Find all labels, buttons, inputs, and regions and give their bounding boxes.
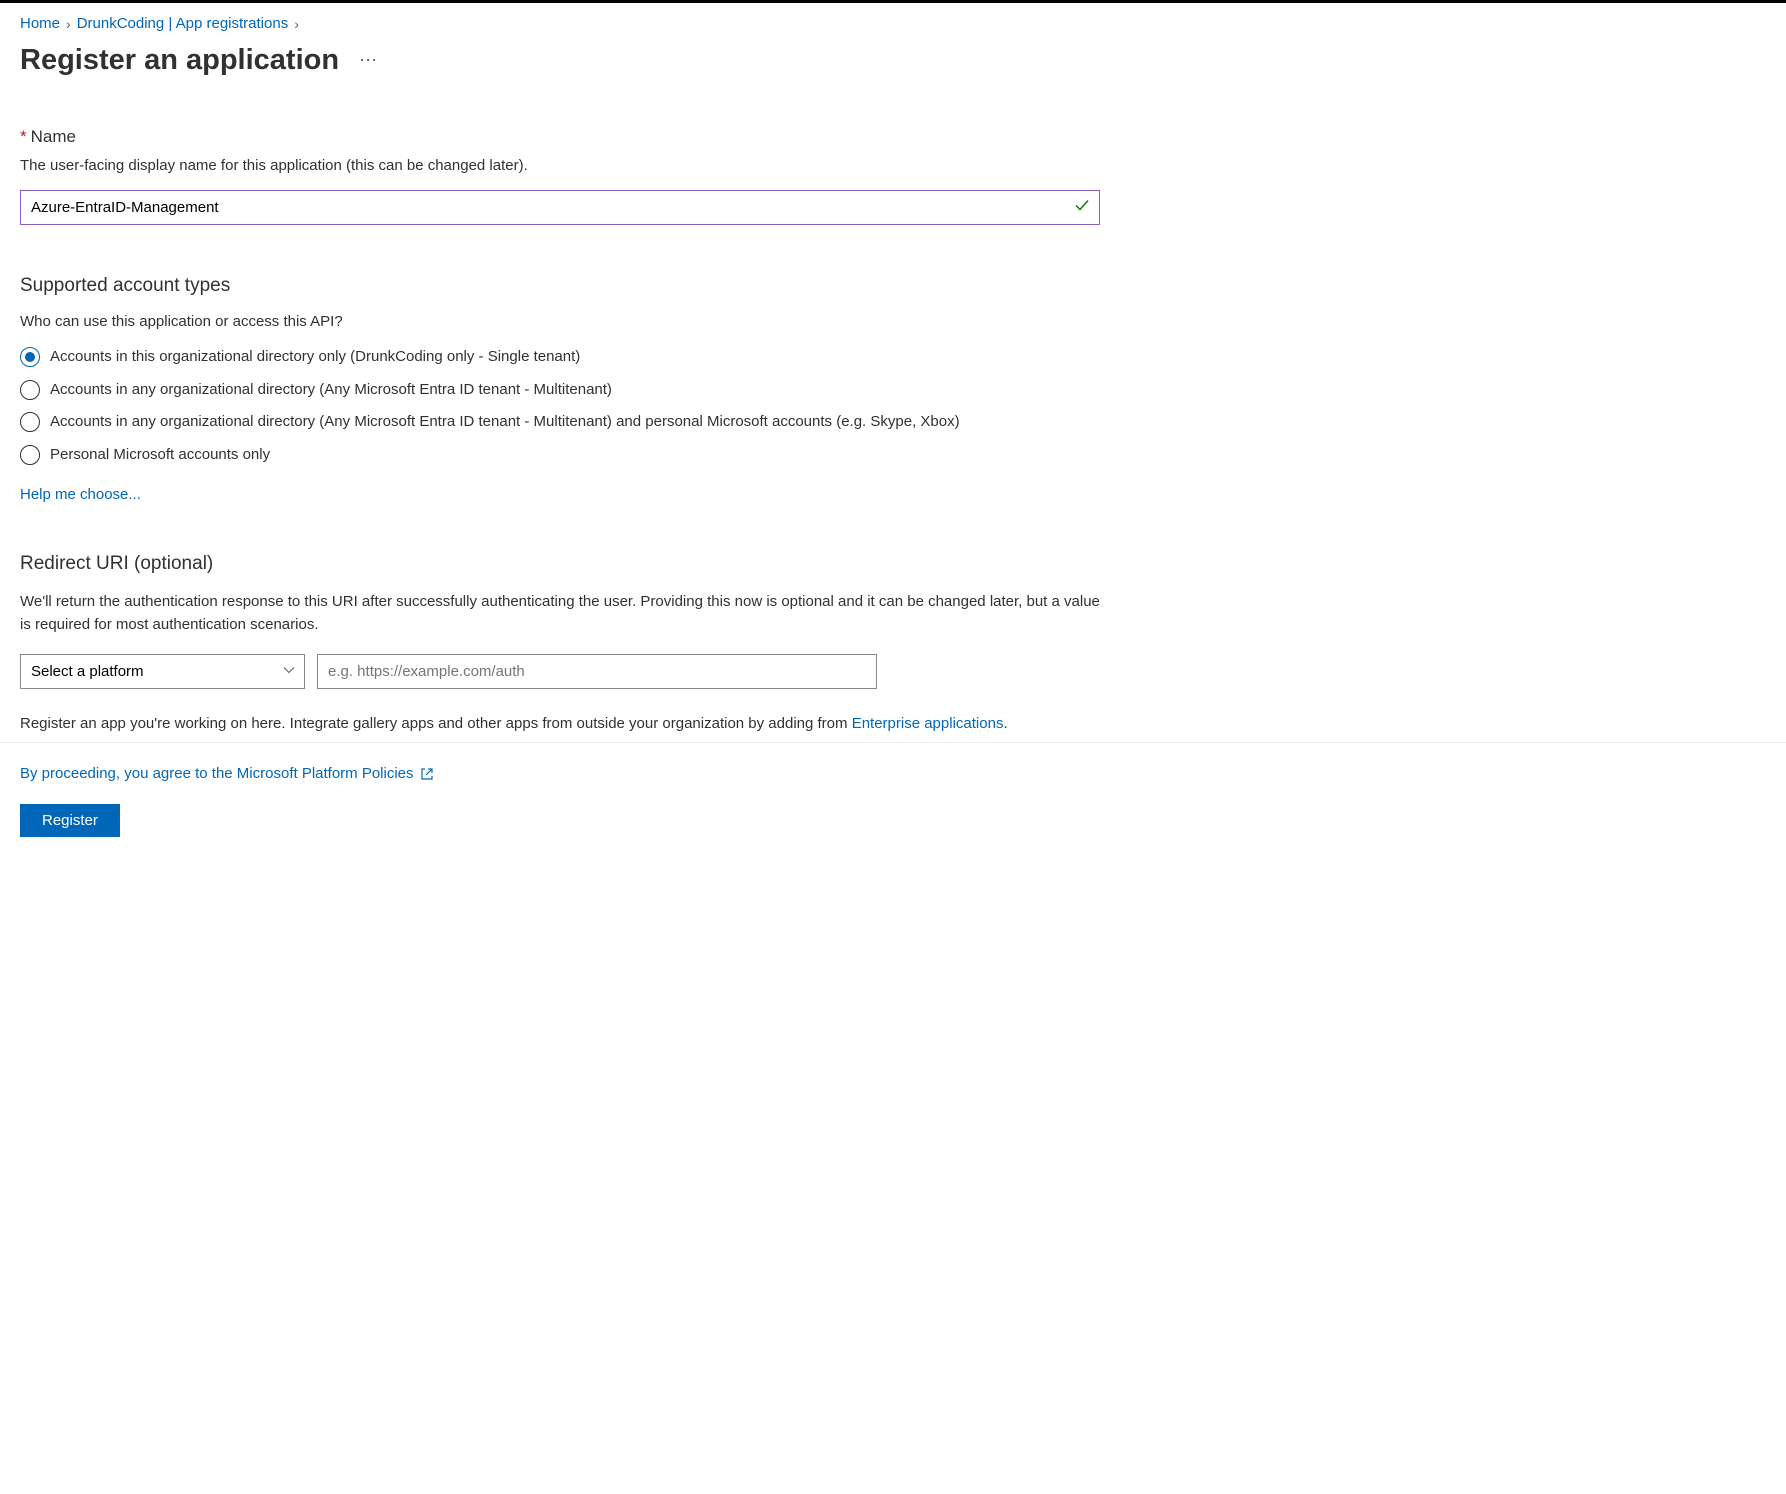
redirect-uri-input[interactable]	[317, 654, 877, 689]
chevron-right-icon: ›	[66, 16, 71, 32]
enterprise-applications-link[interactable]: Enterprise applications	[852, 715, 1004, 732]
account-types-radio-group: Accounts in this organizational director…	[20, 346, 1766, 466]
radio-label: Accounts in any organizational directory…	[50, 411, 960, 434]
redirect-uri-description: We'll return the authentication response…	[20, 591, 1100, 636]
validation-check-icon	[1074, 197, 1090, 218]
name-description: The user-facing display name for this ap…	[20, 157, 1766, 174]
radio-icon	[20, 380, 40, 400]
name-input[interactable]	[20, 190, 1100, 225]
enterprise-note: Register an app you're working on here. …	[20, 715, 1170, 732]
radio-icon	[20, 347, 40, 367]
chevron-right-icon: ›	[294, 16, 299, 32]
breadcrumb: Home › DrunkCoding | App registrations ›	[20, 15, 1766, 32]
name-label: *Name	[20, 127, 1766, 147]
divider	[0, 742, 1786, 743]
help-me-choose-link[interactable]: Help me choose...	[20, 486, 141, 503]
platform-policies-link[interactable]: By proceeding, you agree to the Microsof…	[20, 765, 434, 782]
platform-select[interactable]: Select a platform	[20, 654, 305, 689]
radio-personal-only[interactable]: Personal Microsoft accounts only	[20, 444, 1766, 467]
required-asterisk: *	[20, 127, 27, 146]
radio-multitenant[interactable]: Accounts in any organizational directory…	[20, 379, 1766, 402]
radio-single-tenant[interactable]: Accounts in this organizational director…	[20, 346, 1766, 369]
radio-label: Personal Microsoft accounts only	[50, 444, 270, 467]
more-actions-button[interactable]: ⋯	[359, 50, 378, 71]
page-title: Register an application	[20, 44, 339, 77]
radio-icon	[20, 445, 40, 465]
breadcrumb-app-registrations[interactable]: DrunkCoding | App registrations	[77, 15, 289, 32]
breadcrumb-home[interactable]: Home	[20, 15, 60, 32]
radio-icon	[20, 412, 40, 432]
radio-label: Accounts in this organizational director…	[50, 346, 580, 369]
register-button[interactable]: Register	[20, 804, 120, 837]
radio-label: Accounts in any organizational directory…	[50, 379, 612, 402]
redirect-uri-heading: Redirect URI (optional)	[20, 553, 1766, 575]
account-types-heading: Supported account types	[20, 275, 1766, 297]
account-types-question: Who can use this application or access t…	[20, 313, 1766, 330]
external-link-icon	[420, 767, 434, 781]
radio-multitenant-personal[interactable]: Accounts in any organizational directory…	[20, 411, 1766, 434]
